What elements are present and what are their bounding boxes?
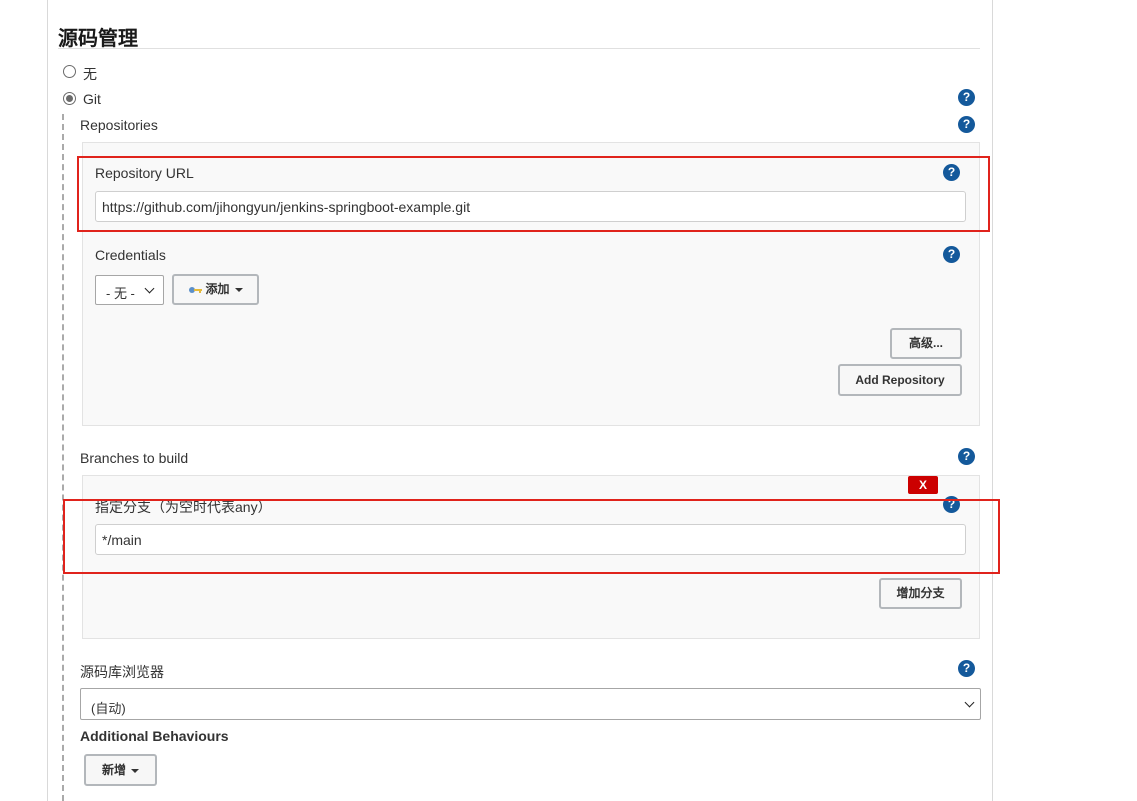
nesting-line xyxy=(62,114,64,801)
branches-help-icon[interactable]: ? xyxy=(958,448,975,465)
additional-behaviours-label: Additional Behaviours xyxy=(80,728,229,744)
caret-down-icon xyxy=(131,768,139,773)
repository-browser-selected: (自动) xyxy=(91,701,126,716)
caret-down-icon xyxy=(234,287,243,292)
highlight-box-repository-url xyxy=(77,156,990,232)
credentials-help-icon[interactable]: ? xyxy=(943,246,960,263)
advanced-button[interactable]: 高级... xyxy=(890,328,962,359)
credentials-select[interactable]: - 无 - xyxy=(95,275,164,305)
scm-option-git[interactable]: Git xyxy=(63,91,123,107)
repository-browser-help-icon[interactable]: ? xyxy=(958,660,975,677)
scm-option-none-label: 无 xyxy=(83,66,97,82)
repository-browser-label: 源码库浏览器 xyxy=(80,664,164,680)
repositories-label: Repositories xyxy=(80,117,158,133)
add-repository-button[interactable]: Add Repository xyxy=(838,364,962,396)
credentials-label: Credentials xyxy=(95,247,166,263)
key-icon xyxy=(189,286,203,293)
add-credentials-label: 添加 xyxy=(205,282,230,296)
chevron-down-icon xyxy=(964,697,975,708)
highlight-box-branch-spec xyxy=(63,499,1000,574)
repositories-help-icon[interactable]: ? xyxy=(958,116,975,133)
section-title: 源码管理 xyxy=(58,28,138,50)
add-behaviour-button[interactable]: 新增 xyxy=(84,754,157,786)
section-divider xyxy=(58,48,980,49)
radio-git[interactable] xyxy=(63,92,76,105)
credentials-selected: - 无 - xyxy=(106,286,135,301)
chevron-down-icon xyxy=(144,283,155,294)
git-help-icon[interactable]: ? xyxy=(958,89,975,106)
add-behaviour-label: 新增 xyxy=(101,763,126,777)
radio-none[interactable] xyxy=(63,65,76,78)
scm-option-none[interactable]: 无 xyxy=(63,64,123,82)
branches-label: Branches to build xyxy=(80,450,189,466)
repository-browser-select[interactable]: (自动) xyxy=(80,688,981,720)
add-branch-button[interactable]: 增加分支 xyxy=(879,578,962,609)
scm-option-git-label: Git xyxy=(83,91,101,107)
add-credentials-button[interactable]: 添加 xyxy=(172,274,259,305)
delete-branch-button[interactable]: X xyxy=(908,476,938,494)
